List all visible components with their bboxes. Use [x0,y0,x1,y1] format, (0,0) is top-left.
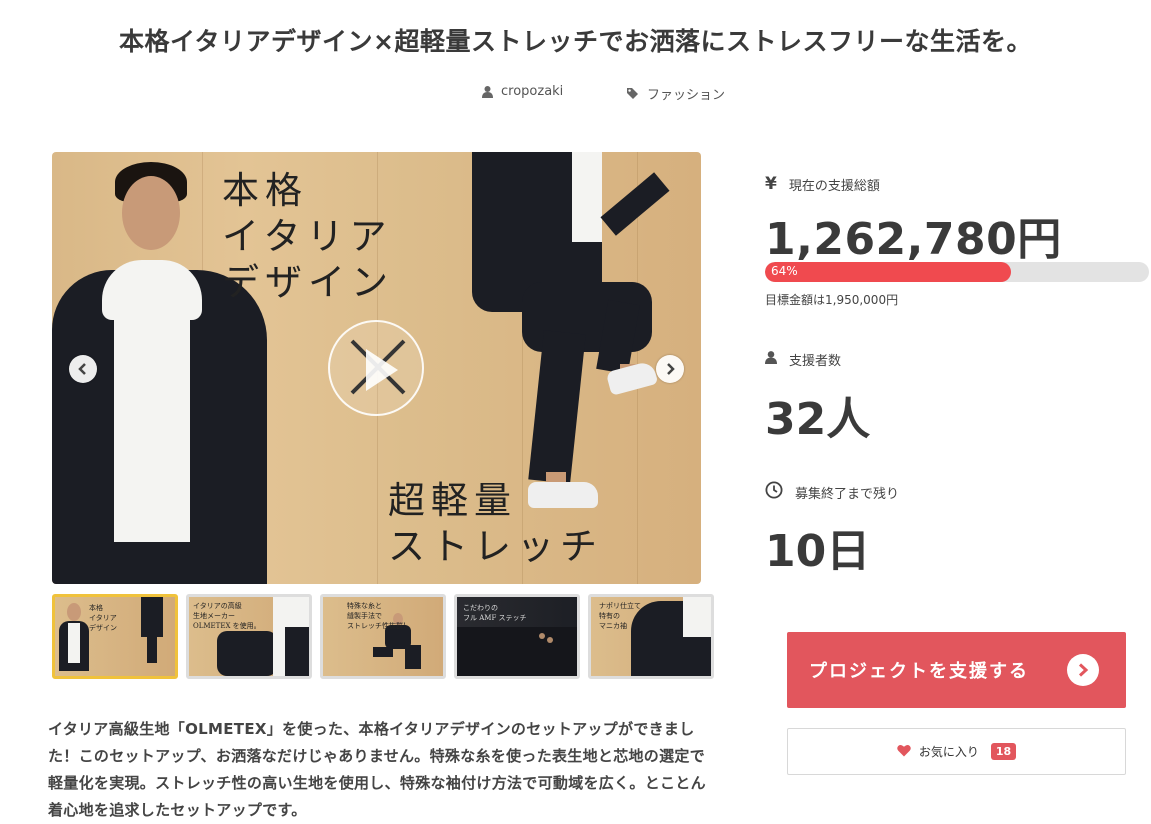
project-title: 本格イタリアデザイン×超軽量ストレッチでお洒落にストレスフリーな生活を。 [119,27,1032,56]
remaining-days: 10日 [765,526,871,577]
hero-caption-top: 本格 イタリア デザイン [222,169,394,304]
thumbnail-strip: 本格 イタリア デザイン イタリアの高級 生地メーカー OLMETEX を使用。… [52,594,714,679]
thumbnail-2[interactable]: イタリアの高級 生地メーカー OLMETEX を使用。 [186,594,312,679]
support-project-button[interactable]: プロジェクトを支援する [787,632,1126,708]
thumbnail-3-text: 特殊な糸と 縫製手法で ストレッチ性抜群! [347,602,406,630]
category-name: ファッション [647,88,726,103]
yen-icon: ¥ [765,174,777,194]
thumbnail-3[interactable]: 特殊な糸と 縫製手法で ストレッチ性抜群! [320,594,446,679]
hero-caption-bottom: 超軽量 ストレッチ [388,479,603,568]
thumbnail-4[interactable]: こだわりの フル AMF ステッチ [454,594,580,679]
author-link[interactable]: cropozaki [482,84,563,99]
project-description: イタリア高級生地「OLMETEX」を使った、本格イタリアデザインのセットアップが… [48,720,706,819]
thumbnail-5[interactable]: ナポリ仕立て 特有の マニカ袖 [588,594,714,679]
total-amount: 1,262,780円 [765,214,1062,265]
favorite-label: お気に入り [918,745,979,759]
backers-label-row: 支援者数 [765,350,841,369]
thumbnail-1[interactable]: 本格 イタリア デザイン [52,594,178,679]
author-name: cropozaki [501,84,564,99]
progress-fill: 64% [765,262,1011,282]
heart-icon [897,744,911,760]
thumbnail-5-text: ナポリ仕立て 特有の マニカ袖 [599,602,641,630]
goal-amount: 目標金額は1,950,000円 [765,293,899,307]
thumbnail-4-text: こだわりの フル AMF ステッチ [463,604,527,622]
clock-icon [765,481,783,503]
carousel-next-button[interactable] [656,355,684,383]
category-link[interactable]: ファッション [626,84,725,103]
carousel-prev-button[interactable] [69,355,97,383]
amount-label-row: ¥ 現在の支援総額 [765,174,880,194]
project-main-image: 本格 イタリア デザイン 超軽量 ストレッチ [52,152,701,584]
chevron-right-icon [667,363,675,375]
thumbnail-2-text: イタリアの高級 生地メーカー OLMETEX を使用。 [193,602,261,630]
favorite-button[interactable]: お気に入り 18 [787,728,1126,775]
play-icon [366,349,398,391]
amount-label: 現在の支援総額 [788,178,880,194]
thumbnail-1-text: 本格 イタリア デザイン [89,604,117,632]
tag-icon [626,87,639,100]
user-icon [482,85,493,98]
support-button-label: プロジェクトを支援する [809,661,1029,682]
favorite-count-badge: 18 [990,743,1017,760]
backers-label: 支援者数 [789,354,842,369]
user-icon [765,351,777,368]
remaining-label: 募集終了まで残り [795,486,900,502]
video-play-button[interactable] [328,320,424,416]
remaining-label-row: 募集終了まで残り [765,481,899,503]
progress-percent: 64% [771,264,798,278]
chevron-right-circle-icon [1067,654,1099,686]
funding-progress-bar: 64% [765,262,1149,282]
backers-count: 32人 [765,394,871,445]
chevron-left-icon [78,363,86,375]
